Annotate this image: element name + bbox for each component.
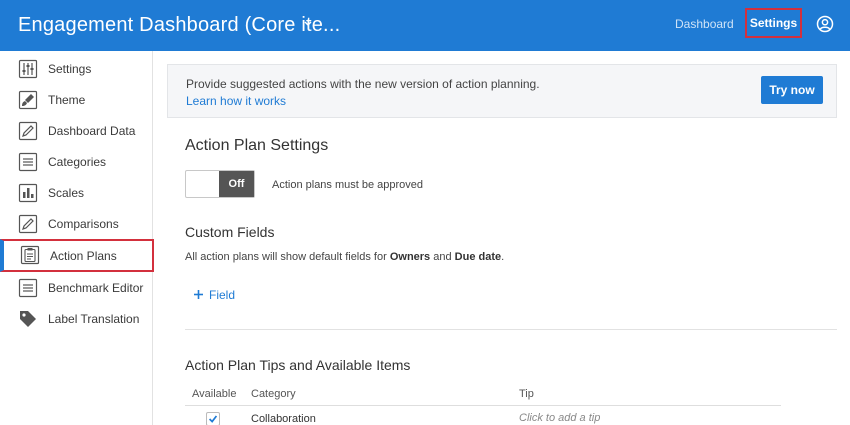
add-field-button[interactable]: Field [209, 288, 235, 302]
top-bar: Engagement Dashboard (Core ite... Dashbo… [0, 0, 850, 51]
sidebar-item-label: Settings [48, 62, 92, 76]
list-icon [18, 278, 38, 298]
chevron-down-icon[interactable] [302, 16, 314, 30]
table-header-divider [185, 405, 781, 406]
action-plan-settings-title: Action Plan Settings [185, 137, 329, 154]
list-icon [18, 152, 38, 172]
custom-fields-description: All action plans will show default field… [185, 251, 505, 263]
sidebar-item-theme[interactable]: Theme [0, 84, 153, 115]
sidebar-item-dashboard-data[interactable]: Dashboard Data [0, 115, 153, 146]
custom-fields-title: Custom Fields [185, 224, 275, 240]
available-checkbox[interactable] [206, 412, 220, 425]
nav-dashboard-link[interactable]: Dashboard [675, 17, 734, 31]
sidebar-item-comparisons[interactable]: Comparisons [0, 208, 153, 239]
tag-icon [20, 311, 36, 327]
sidebar-item-label: Comparisons [48, 217, 119, 231]
approval-toggle[interactable]: Off [185, 170, 255, 198]
sidebar-item-label: Benchmark Editor [48, 281, 144, 295]
section-divider [185, 329, 837, 330]
clipboard-icon [20, 245, 40, 265]
sliders-icon [18, 59, 38, 79]
action-planning-banner: Provide suggested actions with the new v… [167, 64, 837, 118]
row-category: Collaboration [251, 413, 316, 425]
pencil-icon [18, 121, 38, 141]
sidebar-item-settings[interactable]: Settings [0, 53, 153, 84]
plus-icon[interactable] [193, 289, 204, 300]
tips-title: Action Plan Tips and Available Items [185, 357, 411, 373]
main-content: Provide suggested actions with the new v… [154, 51, 850, 425]
sidebar-item-categories[interactable]: Categories [0, 146, 153, 177]
bar-chart-icon [18, 183, 38, 203]
dashboard-title[interactable]: Engagement Dashboard (Core ite... [18, 14, 340, 37]
sidebar-item-action-plans[interactable]: Action Plans [0, 239, 154, 272]
nav-settings-link[interactable]: Settings [745, 8, 802, 38]
sidebar-item-label: Action Plans [50, 249, 117, 263]
sidebar-item-label: Theme [48, 93, 86, 107]
sidebar-item-label: Scales [48, 186, 85, 200]
paintbrush-icon [18, 90, 38, 110]
learn-more-link[interactable]: Learn how it works [186, 94, 286, 108]
sidebar-item-label: Dashboard Data [48, 124, 136, 138]
sidebar-item-scales[interactable]: Scales [0, 177, 153, 208]
sidebar-item-benchmark-editor[interactable]: Benchmark Editor [0, 272, 153, 303]
try-now-button[interactable]: Try now [761, 76, 823, 104]
sidebar-item-label: Categories [48, 155, 107, 169]
sidebar-item-label: Label Translation [48, 312, 140, 326]
pencil-icon [18, 214, 38, 234]
row-tip-placeholder[interactable]: Click to add a tip [519, 412, 600, 424]
toggle-state: Off [219, 171, 254, 197]
sidebar-item-label-translation[interactable]: Label Translation [0, 303, 153, 334]
column-header-category[interactable]: Category [251, 388, 296, 400]
column-header-available[interactable]: Available [192, 388, 236, 400]
banner-text: Provide suggested actions with the new v… [186, 77, 540, 91]
user-icon[interactable] [816, 15, 834, 33]
column-header-tip[interactable]: Tip [519, 388, 534, 400]
sidebar: Settings Theme Dashboard Data Categories [0, 51, 154, 425]
approval-toggle-label: Action plans must be approved [272, 179, 424, 191]
